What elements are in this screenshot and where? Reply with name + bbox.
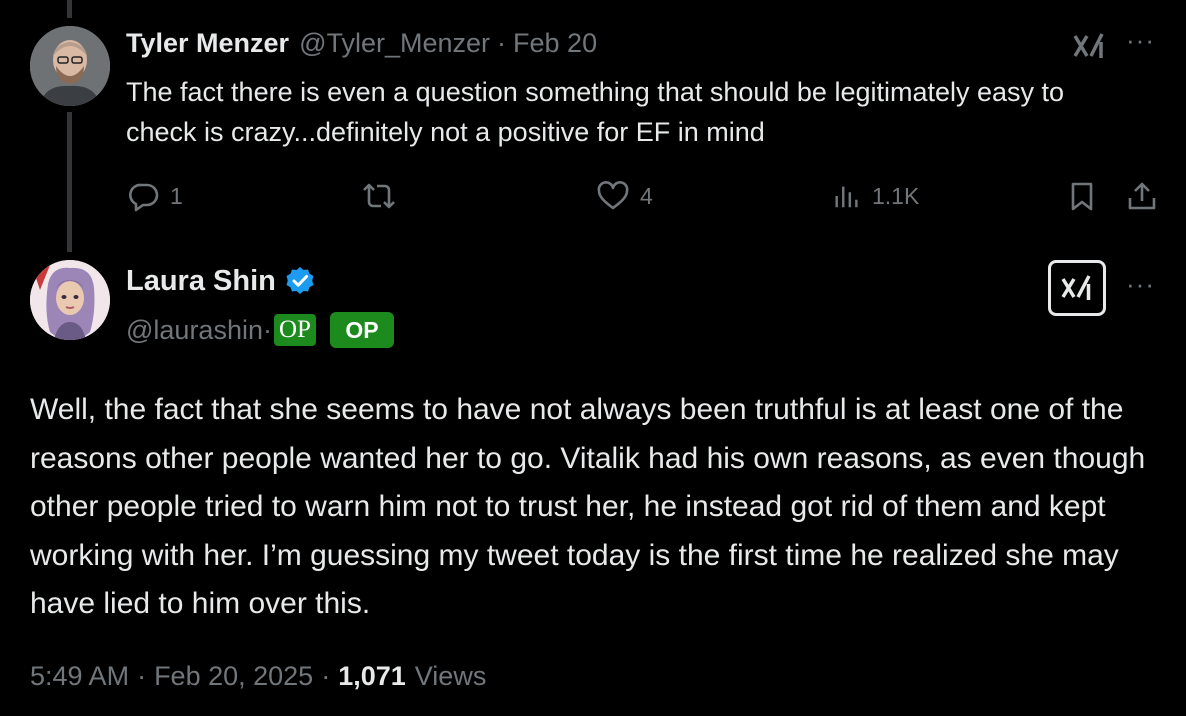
reply-text: The fact there is even a question someth… <box>126 77 1065 147</box>
tweet-date[interactable]: Feb 20 <box>513 28 597 59</box>
views-count: 1,071 <box>338 660 406 691</box>
separator: · <box>497 28 507 58</box>
author-handle[interactable]: @laurashin <box>126 315 263 346</box>
op-badge: OP <box>329 312 394 348</box>
views-button[interactable]: 1.1K <box>832 176 919 216</box>
avatar-illustration <box>30 260 110 340</box>
grok-icon[interactable] <box>1071 28 1107 64</box>
tweet-date[interactable]: Feb 20, 2025 <box>154 661 313 692</box>
op-badge: OP <box>273 314 316 346</box>
views-count: 1.1K <box>872 182 920 209</box>
verified-badge-icon <box>286 267 314 294</box>
share-button[interactable] <box>1126 176 1158 216</box>
more-options-button[interactable]: ··· <box>1126 27 1155 53</box>
thread-line <box>67 0 72 18</box>
separator: · <box>321 660 331 691</box>
author-handle[interactable]: @Tyler_Menzer <box>299 28 490 59</box>
author-name[interactable]: Tyler Menzer <box>126 28 289 59</box>
more-options-button[interactable]: ··· <box>1126 271 1155 297</box>
main-handle-row: @laurashin · OP OP <box>126 310 394 350</box>
tweet-thread: Tyler Menzer @Tyler_Menzer · Feb 20 ··· … <box>0 0 1186 716</box>
grok-icon <box>1061 275 1091 300</box>
reply-count: 1 <box>170 182 183 209</box>
repost-icon <box>363 183 395 209</box>
heart-icon <box>597 181 629 210</box>
like-button[interactable]: 4 <box>596 176 653 216</box>
tweet-meta: 5:49 AM · Feb 20, 2025 · 1,071 Views <box>30 656 486 696</box>
main-author: Laura Shin <box>126 262 316 300</box>
reply-actions: 1 4 1.1K <box>0 176 1186 216</box>
avatar-photo <box>30 26 110 106</box>
separator: · <box>137 660 147 691</box>
share-icon <box>1128 182 1156 210</box>
avatar[interactable] <box>30 26 110 106</box>
reply-header: Tyler Menzer @Tyler_Menzer · Feb 20 <box>126 28 597 64</box>
separator: · <box>262 314 272 345</box>
author-name[interactable]: Laura Shin <box>126 265 276 298</box>
views-label: Views <box>414 660 487 691</box>
repost-button[interactable] <box>360 176 408 216</box>
tweet-text: Well, the fact that she seems to have no… <box>30 393 1146 620</box>
reply-icon <box>129 183 159 212</box>
bookmark-button[interactable] <box>1066 176 1098 216</box>
tweet-time[interactable]: 5:49 AM <box>30 661 129 692</box>
avatar[interactable] <box>30 260 110 340</box>
reply-button[interactable]: 1 <box>128 176 183 216</box>
like-count: 4 <box>640 182 653 209</box>
grok-button[interactable] <box>1048 260 1106 316</box>
bookmark-icon <box>1071 182 1093 211</box>
views-bar-icon <box>835 186 858 208</box>
